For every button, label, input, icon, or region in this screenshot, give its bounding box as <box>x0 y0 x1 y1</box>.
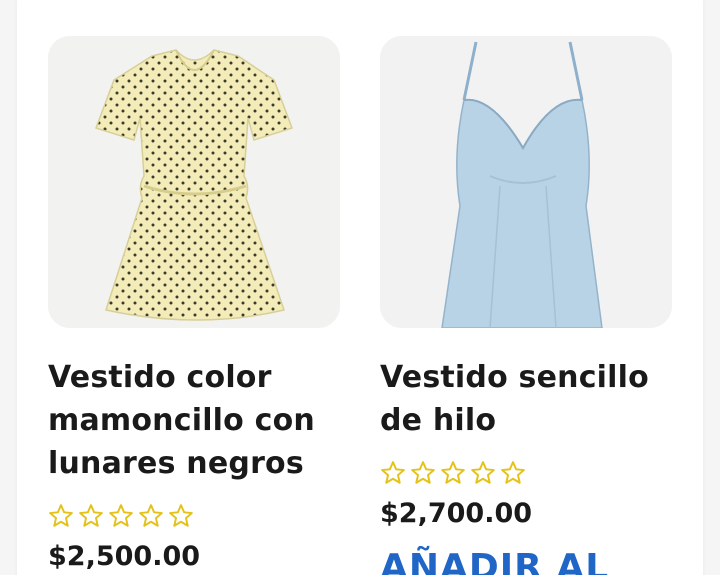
star-outline-icon <box>411 461 435 484</box>
rating-stars <box>48 499 340 533</box>
star-outline-icon <box>109 504 133 527</box>
star-outline-icon <box>501 461 525 484</box>
star-outline-icon <box>139 504 163 527</box>
star-outline-icon <box>169 504 193 527</box>
yellow-polka-dot-dress-image <box>48 36 340 328</box>
star-outline-icon <box>381 461 405 484</box>
product-price: $2,700.00 <box>380 498 533 529</box>
rating-stars <box>380 456 672 490</box>
product-card: Vestido sencillo de hilo $2,700.00 AÑADI… <box>380 36 672 575</box>
star-outline-icon <box>441 461 465 484</box>
product-card: Vestido color mamoncillo con lunares neg… <box>48 36 340 572</box>
product-image-link[interactable] <box>48 36 340 328</box>
star-outline-icon <box>79 504 103 527</box>
product-title[interactable]: Vestido color mamoncillo con lunares neg… <box>48 356 340 485</box>
star-outline-icon <box>471 461 495 484</box>
product-title[interactable]: Vestido sencillo de hilo <box>380 356 672 442</box>
light-blue-slip-dress-image <box>380 36 672 328</box>
product-image-link[interactable] <box>380 36 672 328</box>
add-to-cart-button[interactable]: AÑADIR AL <box>380 547 672 575</box>
star-outline-icon <box>49 504 73 527</box>
product-price: $2,500.00 <box>48 541 201 572</box>
